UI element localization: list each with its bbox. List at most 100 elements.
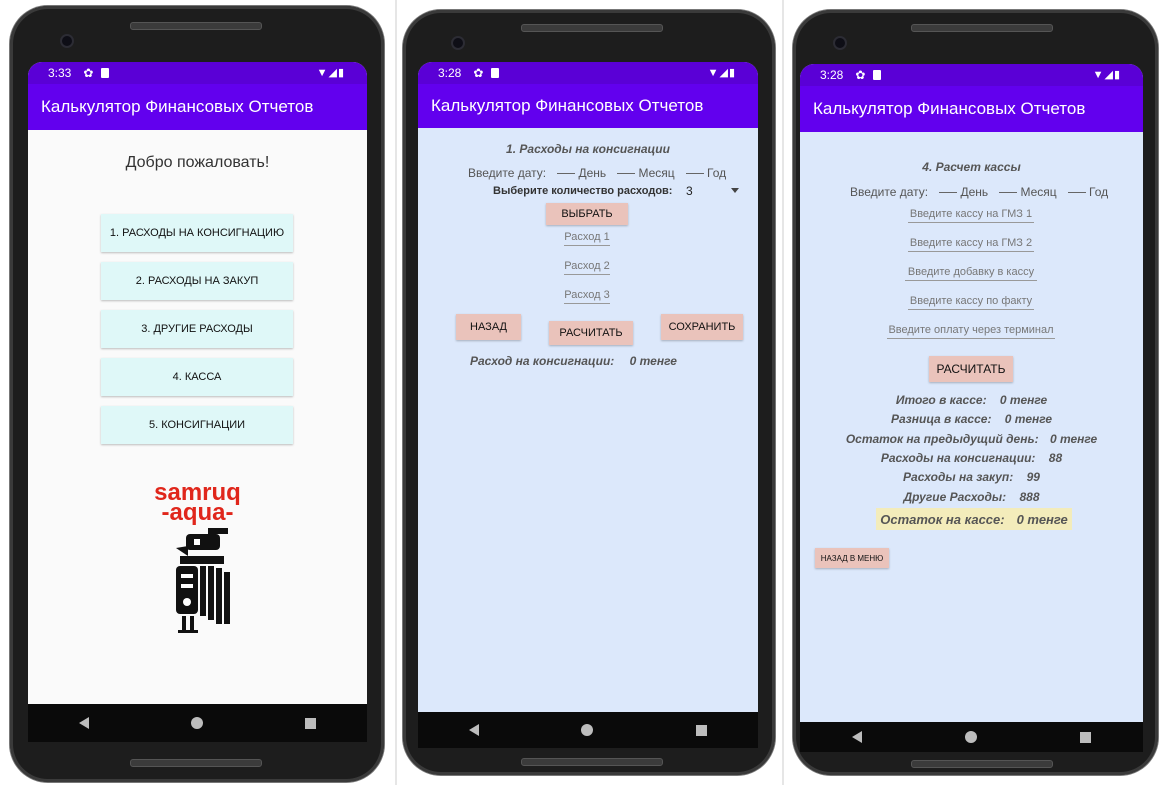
date-prompt: Введите дату:: [468, 166, 547, 180]
speaker-grille-bottom: [130, 759, 262, 767]
year-field[interactable]: Год: [707, 166, 726, 180]
year-field-line[interactable]: [686, 173, 705, 175]
logo-text-line2: -aqua-: [161, 499, 234, 526]
dropdown-arrow-icon[interactable]: [731, 188, 739, 193]
settings-icon: ✿: [473, 66, 484, 80]
nav-bar: [418, 712, 758, 748]
count-select-value[interactable]: 3: [686, 184, 693, 198]
expense-3-input[interactable]: Расход 3: [564, 289, 610, 304]
menu-consignment-expenses-button[interactable]: 1. РАСХОДЫ НА КОНСИГНАЦИЮ: [101, 214, 293, 252]
month-field[interactable]: Месяц: [1020, 185, 1056, 199]
consignment-expenses-label: Расходы на консигнации:: [880, 451, 1036, 465]
cash-content: 4. Расчет кассы Введите дату: День Месяц…: [800, 132, 1143, 722]
calculate-button[interactable]: РАСЧИТАТЬ: [929, 356, 1013, 382]
month-field[interactable]: Месяц: [638, 166, 674, 180]
signal-battery-icons: ▼◢▮: [1092, 69, 1121, 81]
day-field-line[interactable]: [557, 173, 576, 175]
front-camera: [451, 36, 465, 50]
recents-nav-icon[interactable]: [695, 724, 707, 736]
bird-logo-icon: [176, 528, 230, 633]
phone-frame-2: 3:28 ✿ ▼◢▮ Калькулятор Финансовых Отчето…: [403, 10, 775, 775]
cash-balance-label: Остаток на кассе:: [880, 511, 1005, 527]
section-title: 4. Расчет кассы: [922, 160, 1021, 174]
cash-difference-label: Разница в кассе:: [890, 412, 992, 426]
home-nav-icon[interactable]: [191, 717, 203, 729]
other-expenses-value: 888: [1019, 490, 1040, 504]
back-nav-icon[interactable]: [851, 731, 862, 743]
home-nav-icon[interactable]: [581, 724, 594, 736]
month-field-line[interactable]: [617, 173, 636, 175]
back-button[interactable]: НАЗАД: [456, 314, 521, 340]
result-label: Расход на консигнации:: [470, 354, 615, 368]
calculate-button[interactable]: РАСЧИТАТЬ: [549, 321, 633, 345]
result-value: 0 тенге: [629, 354, 677, 368]
purchase-expenses-label: Расходы на закуп:: [903, 470, 1014, 484]
consignment-content: 1. Расходы на консигнации Введите дату: …: [418, 128, 758, 712]
expense-2-input[interactable]: Расход 2: [564, 260, 610, 275]
sd-card-icon: [101, 68, 110, 78]
cash-addition-input[interactable]: Введите добавку в кассу: [905, 266, 1037, 281]
count-label: Выберите количество расходов:: [493, 185, 673, 197]
section-title: 1. Расходы на консигнации: [506, 142, 670, 156]
recents-nav-icon[interactable]: [305, 717, 316, 729]
back-nav-icon[interactable]: [79, 717, 89, 729]
nav-bar: [800, 722, 1143, 752]
speaker-grille-bottom: [911, 760, 1053, 768]
app-bar: Калькулятор Финансовых Отчетов: [800, 86, 1143, 132]
cash-balance-highlight: Остаток на кассе: 0 тенге: [876, 508, 1072, 530]
status-time: 3:28: [438, 66, 462, 80]
day-field-line[interactable]: [939, 192, 958, 194]
app-title: Калькулятор Финансовых Отчетов: [431, 96, 704, 115]
menu-purchase-expenses-button[interactable]: 2. РАСХОДЫ НА ЗАКУП: [101, 262, 293, 300]
gmz1-cash-input[interactable]: Введите кассу на ГМЗ 1: [908, 208, 1034, 223]
signal-battery-icons: ▼◢▮: [707, 67, 736, 79]
back-nav-icon[interactable]: [469, 724, 480, 736]
settings-icon: ✿: [855, 68, 866, 82]
settings-icon: ✿: [83, 66, 94, 80]
result-row: Остаток на предыдущий день: 0 тенге: [800, 432, 1143, 446]
actual-cash-input[interactable]: Введите кассу по факту: [908, 295, 1034, 310]
divider: [395, 0, 397, 785]
purchase-expenses-value: 99: [1026, 470, 1040, 484]
app-title: Калькулятор Финансовых Отчетов: [813, 99, 1086, 118]
back-to-menu-button[interactable]: НАЗАД В МЕНЮ: [815, 548, 889, 568]
prev-day-balance-value: 0 тенге: [1049, 432, 1098, 446]
app-bar: Калькулятор Финансовых Отчетов: [28, 84, 367, 130]
prev-day-balance-label: Остаток на предыдущий день:: [845, 432, 1039, 446]
app-bar: Калькулятор Финансовых Отчетов: [418, 84, 758, 128]
gmz2-cash-input[interactable]: Введите кассу на ГМЗ 2: [908, 237, 1034, 252]
welcome-content: Добро пожаловать! 1. РАСХОДЫ НА КОНСИГНА…: [28, 130, 367, 704]
day-field[interactable]: День: [960, 185, 988, 199]
phone-frame-1: 3:33 ✿ ▼◢▮ Калькулятор Финансовых Отчето…: [10, 6, 384, 782]
expense-1-input[interactable]: Расход 1: [564, 231, 610, 246]
result-row: Итого в кассе: 0 тенге: [800, 393, 1143, 407]
status-bar: 3:28 ✿ ▼◢▮: [800, 64, 1143, 86]
home-nav-icon[interactable]: [964, 731, 977, 743]
terminal-payment-input[interactable]: Введите оплату через терминал: [887, 324, 1055, 339]
menu-other-expenses-button[interactable]: 3. ДРУГИЕ РАСХОДЫ: [101, 310, 293, 348]
recents-nav-icon[interactable]: [1080, 731, 1092, 743]
sd-card-icon: [491, 68, 500, 78]
save-button[interactable]: СОХРАНИТЬ: [661, 314, 743, 340]
result-row: Другие Расходы: 888: [800, 490, 1143, 504]
cash-difference-value: 0 тенге: [1004, 412, 1053, 426]
phone-frame-3: 3:28 ✿ ▼◢▮ Калькулятор Финансовых Отчето…: [793, 10, 1158, 775]
year-field-line[interactable]: [1068, 192, 1087, 194]
day-field[interactable]: День: [578, 166, 606, 180]
speaker-grille-bottom: [521, 758, 663, 766]
total-cash-value: 0 тенге: [999, 393, 1048, 407]
divider: [782, 0, 784, 785]
menu-cash-button[interactable]: 4. КАССА: [101, 358, 293, 396]
speaker-grille: [911, 24, 1053, 32]
date-prompt: Введите дату:: [850, 185, 929, 199]
select-button[interactable]: ВЫБРАТЬ: [546, 203, 628, 225]
nav-bar: [28, 704, 367, 742]
year-field[interactable]: Год: [1089, 185, 1108, 199]
status-time: 3:28: [820, 68, 844, 82]
consignment-expenses-value: 88: [1048, 451, 1063, 465]
other-expenses-label: Другие Расходы:: [903, 490, 1007, 504]
speaker-grille: [130, 22, 262, 30]
menu-consignments-button[interactable]: 5. КОНСИГНАЦИИ: [101, 406, 293, 444]
status-bar: 3:28 ✿ ▼◢▮: [418, 62, 758, 84]
month-field-line[interactable]: [999, 192, 1018, 194]
